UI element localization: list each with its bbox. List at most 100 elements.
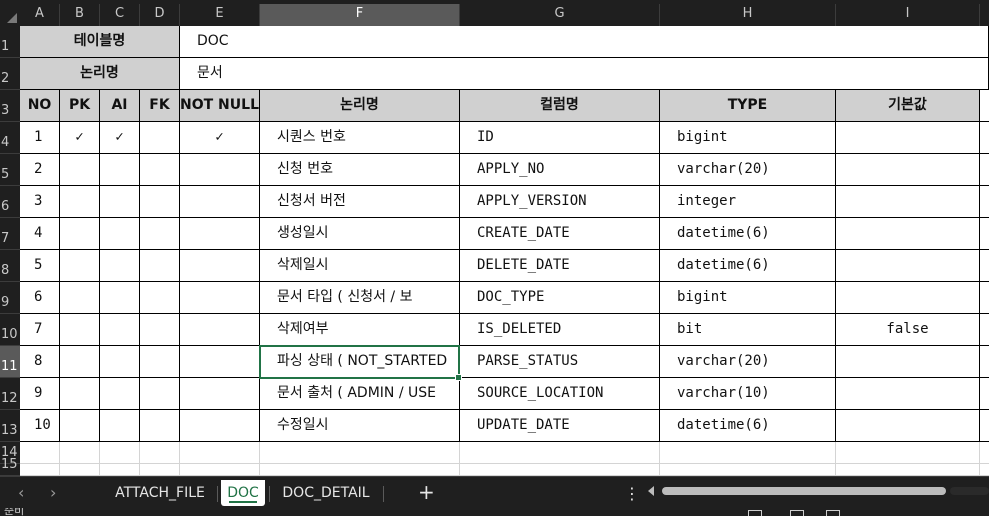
row-header-6[interactable]: 6 xyxy=(0,186,20,218)
column-header-d[interactable]: D xyxy=(140,4,180,26)
table-cell-type[interactable]: bigint xyxy=(660,282,836,314)
table-cell-ai[interactable] xyxy=(100,378,140,410)
table-cell-logical[interactable]: 문서 타입 ( 신청서 / 보 xyxy=(260,282,460,314)
page-break-icon[interactable] xyxy=(826,510,840,516)
table-cell-fk[interactable] xyxy=(140,314,180,346)
sheet-tab-doc-detail[interactable]: DOC_DETAIL xyxy=(275,480,377,506)
header-cell-logical-name[interactable]: 논리명 xyxy=(260,90,460,122)
row-header-10[interactable]: 10 xyxy=(0,314,20,346)
table-cell-extra[interactable] xyxy=(980,154,989,186)
table-cell-ai[interactable] xyxy=(100,282,140,314)
row-header-9[interactable]: 9 xyxy=(0,282,20,314)
next-sheet-button[interactable]: › xyxy=(50,483,56,502)
table-cell-no[interactable]: 7 xyxy=(20,314,60,346)
row-header-8[interactable]: 8 xyxy=(0,250,20,282)
empty-cell[interactable] xyxy=(836,442,980,464)
empty-cell[interactable] xyxy=(100,442,140,464)
table-cell-no[interactable]: 9 xyxy=(20,378,60,410)
row-header-3[interactable]: 3 xyxy=(0,90,20,122)
table-cell-fk[interactable] xyxy=(140,346,180,378)
table-cell-logical[interactable]: 수정일시 xyxy=(260,410,460,442)
table-cell-default[interactable] xyxy=(836,122,980,154)
table-cell-column[interactable]: APPLY_VERSION xyxy=(460,186,660,218)
table-cell-no[interactable]: 2 xyxy=(20,154,60,186)
row-header-13[interactable]: 13 xyxy=(0,410,20,442)
table-cell-logical[interactable]: 파싱 상태 ( NOT_STARTED xyxy=(260,346,460,378)
cell-grid[interactable]: 테이블명 DOC 논리명 문서 NO PK AI FK NOT NULL 논리명 컬럼명 TYPE 기본… xyxy=(20,26,989,476)
column-header-h[interactable]: H xyxy=(660,4,836,26)
sheet-tab-attach-file[interactable]: ATTACH_FILE xyxy=(108,480,212,506)
select-all-corner[interactable] xyxy=(0,4,20,26)
table-cell-fk[interactable] xyxy=(140,186,180,218)
empty-cell[interactable] xyxy=(260,464,460,476)
table-cell-no[interactable]: 5 xyxy=(20,250,60,282)
table-cell-logical[interactable]: 삭제여부 xyxy=(260,314,460,346)
table-cell-default[interactable] xyxy=(836,282,980,314)
table-cell-column[interactable]: CREATE_DATE xyxy=(460,218,660,250)
table-cell-logical[interactable]: 신청 번호 xyxy=(260,154,460,186)
empty-cell[interactable] xyxy=(460,442,660,464)
table-cell-extra[interactable] xyxy=(980,250,989,282)
table-cell-ai[interactable] xyxy=(100,250,140,282)
table-cell-type[interactable]: integer xyxy=(660,186,836,218)
table-cell-pk[interactable]: ✓ xyxy=(60,122,100,154)
table-cell-column[interactable]: APPLY_NO xyxy=(460,154,660,186)
table-cell-column[interactable]: SOURCE_LOCATION xyxy=(460,378,660,410)
row-header-5[interactable]: 5 xyxy=(0,154,20,186)
empty-cell[interactable] xyxy=(100,464,140,476)
table-cell-type[interactable]: datetime(6) xyxy=(660,218,836,250)
scroll-left-icon[interactable] xyxy=(648,486,654,496)
empty-cell[interactable] xyxy=(836,464,980,476)
table-cell-no[interactable]: 3 xyxy=(20,186,60,218)
table-cell-pk[interactable] xyxy=(60,410,100,442)
table-cell-column[interactable]: PARSE_STATUS xyxy=(460,346,660,378)
empty-cell[interactable] xyxy=(60,464,100,476)
table-cell-column[interactable]: DELETE_DATE xyxy=(460,250,660,282)
table-cell-default[interactable] xyxy=(836,250,980,282)
table-cell-fk[interactable] xyxy=(140,250,180,282)
table-cell-logical[interactable]: 시퀀스 번호 xyxy=(260,122,460,154)
empty-cell[interactable] xyxy=(660,442,836,464)
table-cell-logical[interactable]: 삭제일시 xyxy=(260,250,460,282)
row-header-4[interactable]: 4 xyxy=(0,122,20,154)
table-cell-nn[interactable] xyxy=(180,250,260,282)
column-header-a[interactable]: A xyxy=(20,4,60,26)
table-cell-no[interactable]: 8 xyxy=(20,346,60,378)
table-cell-column[interactable]: UPDATE_DATE xyxy=(460,410,660,442)
header-cell-type[interactable]: TYPE xyxy=(660,90,836,122)
table-cell-default[interactable] xyxy=(836,218,980,250)
empty-cell[interactable] xyxy=(980,442,989,464)
table-cell-fk[interactable] xyxy=(140,122,180,154)
header-cell-ai[interactable]: AI xyxy=(100,90,140,122)
empty-cell[interactable] xyxy=(180,464,260,476)
table-cell-nn[interactable] xyxy=(180,218,260,250)
table-cell-pk[interactable] xyxy=(60,250,100,282)
table-cell-column[interactable]: IS_DELETED xyxy=(460,314,660,346)
table-cell-column[interactable]: DOC_TYPE xyxy=(460,282,660,314)
page-layout-icon[interactable] xyxy=(790,510,804,516)
table-cell-pk[interactable] xyxy=(60,378,100,410)
row-header-7[interactable]: 7 xyxy=(0,218,20,250)
row-header-2[interactable]: 2 xyxy=(0,58,20,90)
row-header-11[interactable]: 11 xyxy=(0,346,20,378)
table-cell-type[interactable]: varchar(10) xyxy=(660,378,836,410)
table-cell-type[interactable]: bit xyxy=(660,314,836,346)
table-cell-no[interactable]: 4 xyxy=(20,218,60,250)
table-cell-type[interactable]: varchar(20) xyxy=(660,154,836,186)
table-cell-extra[interactable] xyxy=(980,410,989,442)
table-cell-ai[interactable] xyxy=(100,154,140,186)
table-cell-nn[interactable]: ✓ xyxy=(180,122,260,154)
table-cell-fk[interactable] xyxy=(140,410,180,442)
header-cell-pk[interactable]: PK xyxy=(60,90,100,122)
empty-cell[interactable] xyxy=(20,464,60,476)
logical-name-label-cell[interactable]: 논리명 xyxy=(20,58,180,90)
table-cell-nn[interactable] xyxy=(180,154,260,186)
table-cell-ai[interactable] xyxy=(100,346,140,378)
empty-cell[interactable] xyxy=(140,442,180,464)
table-cell-no[interactable]: 6 xyxy=(20,282,60,314)
table-cell-ai[interactable]: ✓ xyxy=(100,122,140,154)
column-header-f[interactable]: F xyxy=(260,4,460,28)
table-cell-logical[interactable]: 신청서 버전 xyxy=(260,186,460,218)
table-cell-default[interactable] xyxy=(836,154,980,186)
column-header-i[interactable]: I xyxy=(836,4,980,26)
